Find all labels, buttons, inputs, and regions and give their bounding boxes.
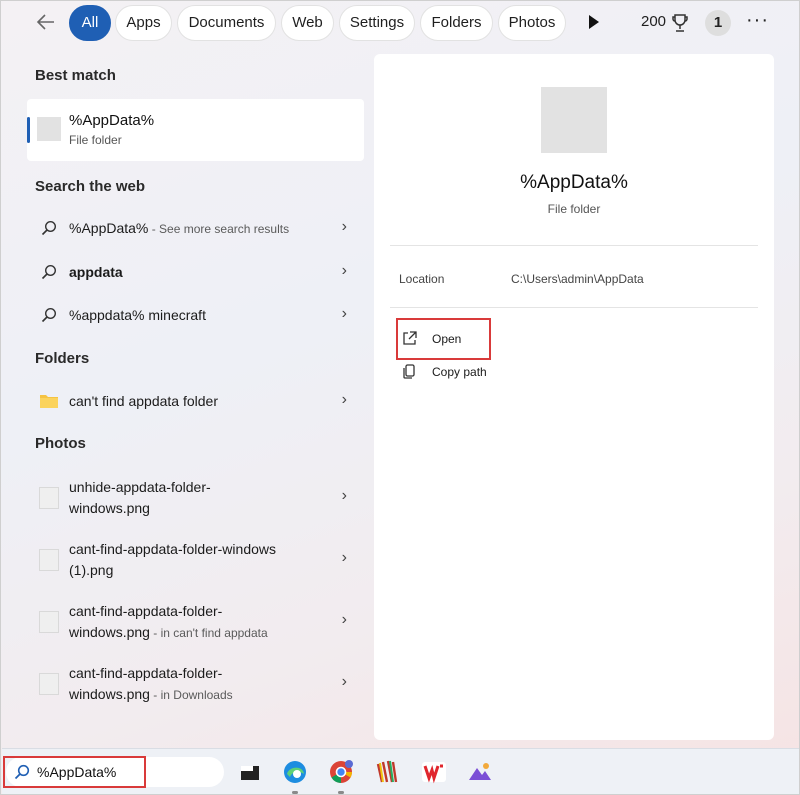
tab-settings[interactable]: Settings — [339, 5, 415, 41]
search-icon — [41, 220, 57, 236]
photo-name-line2: windows.png — [69, 500, 150, 516]
image-file-icon — [39, 611, 59, 633]
tab-documents[interactable]: Documents — [177, 5, 276, 41]
image-file-icon — [39, 673, 59, 695]
rewards-points: 200 — [641, 13, 667, 30]
chevron-right-icon: › — [341, 549, 347, 566]
open-highlight-box — [396, 318, 491, 360]
arrow-left-icon — [36, 14, 54, 30]
file-explorer-icon[interactable] — [236, 758, 264, 786]
folders-heading: Folders — [35, 350, 90, 367]
selection-indicator — [27, 117, 30, 143]
photo-name-line2: windows.png — [69, 624, 150, 640]
photo-location-hint: - in Downloads — [149, 688, 233, 702]
chevron-right-icon: › — [341, 487, 347, 504]
web-result-label: %appdata% minecraft — [69, 307, 206, 323]
copy-icon — [403, 364, 415, 379]
web-result-label: %AppData% - See more search results — [69, 220, 289, 236]
folder-icon — [40, 395, 58, 408]
chevron-right-icon: › — [341, 673, 347, 690]
tab-apps[interactable]: Apps — [115, 5, 172, 41]
photo-result-item[interactable]: cant-find-appdata-folder-windows (1).png … — [31, 535, 361, 587]
web-result-query: %AppData% — [69, 220, 149, 236]
chevron-right-icon: › — [341, 218, 347, 235]
running-indicator — [292, 791, 298, 794]
web-result-item[interactable]: %AppData% - See more search results › — [31, 208, 361, 248]
search-window: All Apps Documents Web Settings Folders … — [0, 0, 800, 795]
photo-result-item[interactable]: cant-find-appdata-folder-windows.png - i… — [31, 659, 361, 711]
web-result-item[interactable]: %appdata% minecraft › — [31, 295, 361, 335]
tab-folders[interactable]: Folders — [420, 5, 493, 41]
photos-heading: Photos — [35, 435, 86, 452]
folder-result-label: can't find appdata folder — [69, 393, 219, 409]
detail-panel: %AppData% File folder Location C:\Users\… — [374, 54, 774, 740]
filter-bar: All Apps Documents Web Settings Folders … — [1, 1, 799, 47]
best-match-result[interactable]: %AppData% File folder — [27, 99, 364, 161]
edge-icon[interactable] — [281, 758, 309, 786]
photo-name-line1: cant-find-appdata-folder- — [69, 603, 223, 619]
best-match-title: %AppData% — [69, 112, 155, 129]
chevron-right-icon: › — [341, 391, 347, 408]
tab-all[interactable]: All — [69, 5, 111, 41]
more-options-icon[interactable]: ··· — [746, 9, 769, 32]
tab-web[interactable]: Web — [281, 5, 334, 41]
search-icon — [41, 307, 57, 323]
search-icon — [41, 264, 57, 280]
best-match-heading: Best match — [35, 67, 116, 84]
chevron-right-icon: › — [341, 262, 347, 279]
photo-name-line1: cant-find-appdata-folder- — [69, 665, 223, 681]
play-icon[interactable] — [589, 15, 599, 29]
winrar-icon[interactable] — [374, 758, 402, 786]
photo-result-label: cant-find-appdata-folder-windows (1).png — [69, 539, 276, 581]
web-result-hint: - See more search results — [148, 222, 290, 236]
chevron-right-icon: › — [341, 305, 347, 322]
photo-name-line2: windows.png — [69, 686, 150, 702]
folder-thumbnail-icon — [37, 117, 61, 141]
location-label: Location — [399, 272, 445, 286]
best-match-subtitle: File folder — [69, 133, 122, 147]
trophy-icon[interactable] — [672, 13, 688, 33]
folder-result-item[interactable]: can't find appdata folder › — [31, 381, 361, 421]
photo-name-line2: (1).png — [69, 562, 114, 578]
web-result-label: appdata — [69, 264, 123, 280]
wps-office-icon[interactable] — [420, 758, 448, 786]
photo-name-line1: cant-find-appdata-folder-windows — [69, 541, 276, 557]
copy-path-label: Copy path — [432, 365, 487, 379]
chrome-icon[interactable] — [327, 758, 355, 786]
photo-result-label: cant-find-appdata-folder-windows.png - i… — [69, 663, 233, 706]
folder-preview-icon — [541, 87, 607, 153]
detail-subtitle: File folder — [547, 202, 601, 216]
photo-result-item[interactable]: cant-find-appdata-folder-windows.png - i… — [31, 597, 361, 649]
back-button[interactable] — [35, 11, 59, 35]
detail-title: %AppData% — [520, 172, 628, 193]
photos-app-icon[interactable] — [466, 758, 494, 786]
photo-result-label: unhide-appdata-folder-windows.png — [69, 477, 211, 519]
image-file-icon — [39, 487, 59, 509]
search-highlight-box — [3, 756, 146, 788]
account-badge[interactable]: 1 — [705, 10, 731, 36]
tab-photos[interactable]: Photos — [498, 5, 566, 41]
search-web-heading: Search the web — [35, 178, 146, 195]
web-result-item[interactable]: appdata › — [31, 252, 361, 292]
running-indicator — [338, 791, 344, 794]
divider — [390, 245, 758, 246]
photo-result-label: cant-find-appdata-folder-windows.png - i… — [69, 601, 268, 644]
photo-name-line1: unhide-appdata-folder- — [69, 479, 211, 495]
chevron-right-icon: › — [341, 611, 347, 628]
photo-location-hint: - in can't find appdata — [149, 626, 268, 640]
image-file-icon — [39, 549, 59, 571]
divider — [390, 307, 758, 308]
location-value[interactable]: C:\Users\admin\AppData — [511, 272, 644, 286]
photo-result-item[interactable]: unhide-appdata-folder-windows.png › — [31, 473, 361, 525]
